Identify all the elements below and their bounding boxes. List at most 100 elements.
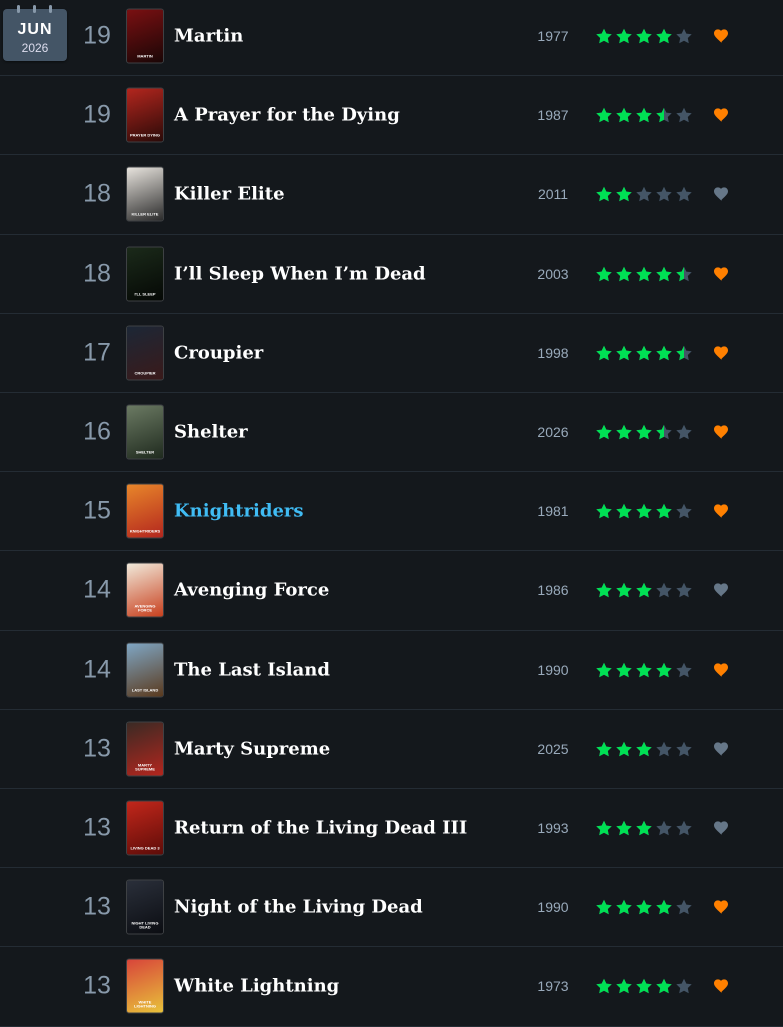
diary-entry-row[interactable]: 13 LIVING DEAD 3 Return of the Living Dead… <box>0 789 783 869</box>
film-title-link[interactable]: Marty Supreme <box>174 738 330 759</box>
release-year[interactable]: 2026 <box>533 424 573 440</box>
film-title-link[interactable]: Avenging Force <box>174 580 329 601</box>
diary-entry-row[interactable]: 16 SHELTER Shelter 2026 <box>0 393 783 473</box>
diary-entry-row[interactable]: 14 LAST ISLAND The Last Island 1990 <box>0 631 783 710</box>
entry-day[interactable]: 13 <box>66 893 128 922</box>
like-heart-icon[interactable] <box>713 108 729 123</box>
entry-day[interactable]: 13 <box>66 972 128 1001</box>
film-title-link[interactable]: Martin <box>174 26 243 47</box>
film-poster[interactable]: KNIGHTRIDERS <box>127 484 163 538</box>
like-heart-icon[interactable] <box>713 979 729 994</box>
star-rating <box>595 265 693 282</box>
entry-day[interactable]: 13 <box>66 814 128 843</box>
entry-day[interactable]: 16 <box>66 418 128 447</box>
release-year[interactable]: 2025 <box>533 741 573 757</box>
entry-day[interactable]: 19 <box>66 22 128 51</box>
star-icon <box>616 662 632 677</box>
film-title-link[interactable]: Night of the Living Dead <box>174 897 423 918</box>
diary-entry-row[interactable]: 17 CROUPIER Croupier 1998 <box>0 314 783 393</box>
release-year[interactable]: 1973 <box>533 978 573 994</box>
poster-text: I'LL SLEEP <box>134 292 156 297</box>
diary-entry-row[interactable]: 14 AVENGING FORCE Avenging Force 1986 <box>0 551 783 631</box>
star-icon <box>676 583 692 598</box>
entry-day[interactable]: 19 <box>66 101 128 130</box>
film-title-link[interactable]: Return of the Living Dead III <box>174 818 467 839</box>
release-year[interactable]: 1990 <box>533 662 573 678</box>
star-rating <box>595 740 693 757</box>
diary-entry-row[interactable]: 15 KNIGHTRIDERS Knightriders 1981 <box>0 472 783 552</box>
diary-entry-row[interactable]: 13 MARTY SUPREME Marty Supreme 2025 <box>0 710 783 789</box>
like-heart-icon[interactable] <box>713 345 729 360</box>
like-heart-icon[interactable] <box>713 662 729 677</box>
film-title-link[interactable]: I’ll Sleep When I’m Dead <box>174 263 426 284</box>
release-year[interactable]: 2003 <box>533 266 573 282</box>
diary-entry-row[interactable]: 18 KILLER ELITE Killer Elite 2011 <box>0 155 783 235</box>
film-poster[interactable]: AVENGING FORCE <box>127 563 163 617</box>
film-poster[interactable]: LIVING DEAD 3 <box>127 801 163 855</box>
release-year[interactable]: 1977 <box>533 28 573 44</box>
star-icon <box>636 187 652 202</box>
film-title-link[interactable]: The Last Island <box>174 659 330 680</box>
like-heart-icon[interactable] <box>713 29 729 44</box>
release-year[interactable]: 2011 <box>533 186 573 202</box>
star-icon <box>616 820 632 836</box>
star-icon <box>656 107 672 123</box>
release-year[interactable]: 1987 <box>533 107 573 123</box>
film-poster[interactable]: MARTY SUPREME <box>127 722 163 776</box>
entry-day[interactable]: 15 <box>66 497 128 526</box>
star-icon <box>596 107 612 123</box>
film-title-link[interactable]: Croupier <box>174 342 263 363</box>
film-title-link[interactable]: Knightriders <box>174 501 304 522</box>
film-title-link[interactable]: Killer Elite <box>174 184 285 205</box>
film-poster[interactable]: LAST ISLAND <box>127 643 163 697</box>
like-heart-icon[interactable] <box>713 821 729 836</box>
release-year[interactable]: 1993 <box>533 820 573 836</box>
release-year[interactable]: 1981 <box>533 503 573 519</box>
calendar-icon[interactable]: JUN 2026 <box>3 5 67 61</box>
calendar-rings <box>3 5 67 13</box>
film-title-link[interactable]: White Lightning <box>174 976 339 997</box>
star-icon <box>596 741 612 757</box>
diary-entry-row[interactable]: 18 I'LL SLEEP I’ll Sleep When I’m Dead 2003 <box>0 235 783 314</box>
diary-entry-row[interactable]: 13 NIGHT LIVING DEAD Night of the Living D… <box>0 868 783 948</box>
release-year[interactable]: 1998 <box>533 345 573 361</box>
star-icon <box>636 741 652 757</box>
star-icon <box>656 345 672 361</box>
like-heart-icon[interactable] <box>713 187 729 202</box>
diary-entry-row[interactable]: 19 PRAYER DYING A Prayer for the Dying 1987 <box>0 76 783 156</box>
like-heart-icon[interactable] <box>713 741 729 756</box>
film-poster[interactable]: MARTIN <box>127 9 163 63</box>
film-poster[interactable]: I'LL SLEEP <box>127 247 163 301</box>
film-poster[interactable]: PRAYER DYING <box>127 88 163 142</box>
entry-day[interactable]: 18 <box>66 259 128 288</box>
film-poster[interactable]: SHELTER <box>127 405 163 459</box>
like-heart-icon[interactable] <box>713 504 729 519</box>
star-rating <box>595 820 693 837</box>
diary-entry-row[interactable]: 19 MARTIN Martin 1977 <box>0 0 783 77</box>
film-poster[interactable]: KILLER ELITE <box>127 167 163 221</box>
like-heart-icon[interactable] <box>713 425 729 440</box>
entry-day[interactable]: 18 <box>66 180 128 209</box>
entry-day[interactable]: 14 <box>66 576 128 605</box>
release-year[interactable]: 1990 <box>533 899 573 915</box>
film-poster[interactable]: NIGHT LIVING DEAD <box>127 880 163 934</box>
film-poster[interactable]: CROUPIER <box>127 326 163 380</box>
poster-text: MARTIN <box>137 54 153 59</box>
like-heart-icon[interactable] <box>713 900 729 915</box>
star-rating <box>595 503 693 520</box>
film-title-link[interactable]: A Prayer for the Dying <box>174 105 400 126</box>
star-icon <box>636 979 652 994</box>
film-title-link[interactable]: Shelter <box>174 422 248 443</box>
film-poster[interactable]: WHITE LIGHTNING <box>127 959 163 1013</box>
entry-day[interactable]: 17 <box>66 338 128 367</box>
entry-day[interactable]: 13 <box>66 734 128 763</box>
release-year[interactable]: 1986 <box>533 582 573 598</box>
like-heart-icon[interactable] <box>713 266 729 281</box>
diary-entry-row[interactable]: 13 WHITE LIGHTNING White Lightning 1973 <box>0 947 783 1027</box>
star-rating <box>595 28 693 45</box>
star-rating <box>595 186 693 203</box>
like-heart-icon[interactable] <box>713 583 729 598</box>
star-icon <box>636 424 652 440</box>
poster-text: KNIGHTRIDERS <box>129 529 161 534</box>
entry-day[interactable]: 14 <box>66 655 128 684</box>
